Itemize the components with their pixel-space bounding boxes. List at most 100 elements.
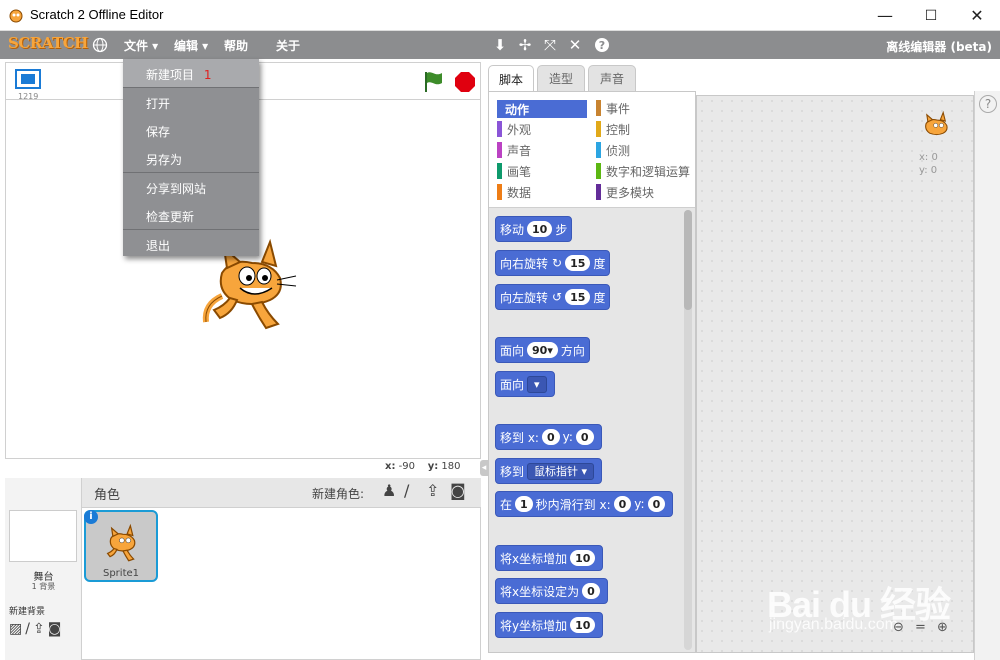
backdrop-library-icon[interactable]: ▨ (9, 621, 22, 637)
category-pen[interactable]: 画笔 (499, 162, 531, 180)
upload-sprite-icon[interactable]: ⇪ (426, 481, 439, 500)
block-text: 方向 (560, 343, 585, 358)
block-text: 移到 (500, 464, 525, 479)
category-sensing[interactable]: 侦测 (598, 141, 630, 159)
block-input[interactable]: 90▾ (527, 342, 558, 358)
sprite-x-readout: x: 0 (919, 152, 938, 163)
category-looks[interactable]: 外观 (499, 120, 531, 138)
paint-backdrop-icon[interactable]: / (25, 621, 30, 637)
category-control[interactable]: 控制 (598, 120, 630, 138)
svg-text:?: ? (599, 39, 605, 52)
minimize-button[interactable]: — (862, 0, 908, 31)
script-area[interactable]: x: 0 y: 0 Bai du 经验 jingyan.baidu.com ⊖ … (696, 95, 974, 653)
stage-thumbnail-column: 舞台 1 背景 新建背景 ▨ / ⇪ ◙ (5, 478, 82, 660)
file-menu-dropdown: 新建项目 1 打开 保存 另存为 分享到网站 检查更新 退出 (123, 59, 259, 256)
block-text: y: (562, 430, 573, 444)
block-text: 在 (500, 497, 513, 512)
block-input[interactable]: 0 (647, 496, 666, 512)
palette-scrollbar-thumb[interactable] (684, 210, 692, 310)
shrink-icon[interactable]: ✕ (566, 36, 584, 54)
menu-help[interactable]: 帮助 (224, 37, 248, 54)
block-turn-right[interactable]: 向右旋转 ↻ 15 度 (495, 250, 611, 276)
grow-icon[interactable]: ⤧ (541, 36, 559, 54)
block-input[interactable]: 0 (613, 496, 632, 512)
window-title: Scratch 2 Offline Editor (30, 7, 164, 22)
menu-open[interactable]: 打开 (123, 88, 259, 116)
menu-save[interactable]: 保存 (123, 116, 259, 144)
paint-sprite-icon[interactable]: / (404, 481, 409, 500)
globe-icon[interactable] (92, 37, 108, 53)
tips-help-icon[interactable]: ? (979, 95, 997, 113)
block-turn-left[interactable]: 向左旋转 ↺ 15 度 (495, 284, 611, 310)
block-point-towards[interactable]: 面向 ▾ (495, 371, 555, 397)
tab-sounds[interactable]: 声音 (588, 65, 636, 91)
stage-thumbnail[interactable] (9, 510, 77, 562)
stop-sign-icon[interactable] (454, 71, 476, 93)
menu-new-project[interactable]: 新建项目 1 (123, 59, 259, 87)
menu-about[interactable]: 关于 (276, 37, 300, 54)
menu-file[interactable]: 文件 ▾ (124, 37, 158, 54)
category-motion[interactable]: 动作 (497, 100, 529, 118)
rotate-cw-icon: ↻ (552, 256, 563, 270)
menu-check-updates[interactable]: 检查更新 (123, 201, 259, 229)
menu-save-as[interactable]: 另存为 (123, 144, 259, 172)
help-block-icon[interactable]: ? (593, 36, 611, 54)
block-input[interactable]: 10 (570, 550, 596, 566)
zoom-reset-icon[interactable]: = (915, 620, 926, 635)
block-input[interactable]: 15 (565, 289, 591, 305)
fullscreen-icon[interactable] (15, 69, 41, 89)
y-coord-label: y: (427, 461, 439, 472)
zoom-out-icon[interactable]: ⊖ (893, 620, 904, 635)
sprite-list-header: 角色 新建角色: ♟ / ⇪ ◙ (82, 478, 481, 508)
category-events[interactable]: 事件 (598, 99, 630, 117)
block-change-x[interactable]: 将x坐标增加 10 (495, 545, 604, 571)
block-move-steps[interactable]: 移动 10 步 (495, 216, 573, 242)
x-coord-value: -90 (398, 461, 415, 472)
menu-quit[interactable]: 退出 (123, 230, 259, 258)
block-dropdown-value[interactable]: 鼠标指针 (534, 463, 578, 479)
tab-scripts[interactable]: 脚本 (488, 65, 534, 92)
block-glide[interactable]: 在 1 秒内滑行到 x: 0 y: 0 (495, 491, 674, 517)
maximize-button[interactable]: ☐ (908, 0, 954, 31)
block-text: 面向 (500, 343, 525, 358)
block-input[interactable]: 15 (565, 255, 591, 271)
block-dropdown[interactable]: ▾ (527, 375, 547, 393)
block-input[interactable]: 10 (527, 221, 553, 237)
block-set-x[interactable]: 将x坐标设定为 0 (495, 578, 608, 604)
block-text: y: (634, 497, 645, 511)
block-input[interactable]: 0 (582, 583, 600, 599)
collapse-stage-icon[interactable]: ◂ (480, 460, 488, 476)
block-input[interactable]: 0 (541, 429, 560, 445)
category-operators[interactable]: 数字和逻辑运算 (598, 162, 690, 180)
category-more-blocks[interactable]: 更多模块 (598, 183, 654, 201)
close-button[interactable]: ✕ (954, 0, 1000, 31)
block-input[interactable]: 1 (515, 496, 533, 512)
sprite-tile-sprite1[interactable]: i Sprite1 (84, 510, 158, 582)
block-input[interactable]: 10 (570, 617, 596, 633)
block-text: 移到 x: (500, 430, 539, 445)
menu-edit[interactable]: 编辑 ▾ (174, 37, 208, 54)
block-goto-xy[interactable]: 移到 x: 0 y: 0 (495, 424, 602, 450)
block-text: 向左旋转 (500, 290, 549, 305)
scratch-logo[interactable]: SCRATCH (8, 34, 88, 52)
category-sound[interactable]: 声音 (499, 141, 531, 159)
menu-share[interactable]: 分享到网站 (123, 173, 259, 201)
camera-sprite-icon[interactable]: ◙ (450, 481, 466, 500)
sprite-info-icon[interactable]: i (84, 510, 98, 524)
sprite-library-icon[interactable]: ♟ (382, 481, 396, 500)
delete-scissors-icon[interactable]: ✢ (516, 36, 534, 54)
watermark-url: jingyan.baidu.com (769, 616, 898, 633)
tab-costumes[interactable]: 造型 (537, 65, 585, 91)
camera-backdrop-icon[interactable]: ◙ (48, 621, 62, 637)
category-data[interactable]: 数据 (499, 183, 531, 201)
upload-backdrop-icon[interactable]: ⇪ (33, 621, 45, 637)
zoom-in-icon[interactable]: ⊕ (937, 620, 948, 635)
green-flag-icon[interactable] (422, 70, 444, 94)
block-change-y[interactable]: 将y坐标增加 10 (495, 612, 604, 638)
block-point-direction[interactable]: 面向 90▾ 方向 (495, 337, 590, 363)
block-input[interactable]: 0 (575, 429, 594, 445)
block-goto[interactable]: 移到 鼠标指针 ▾ (495, 458, 603, 484)
new-sprite-label: 新建角色: (312, 487, 365, 501)
duplicate-stamp-icon[interactable]: ⬇ (491, 36, 509, 54)
block-text: 移动 (500, 222, 525, 237)
